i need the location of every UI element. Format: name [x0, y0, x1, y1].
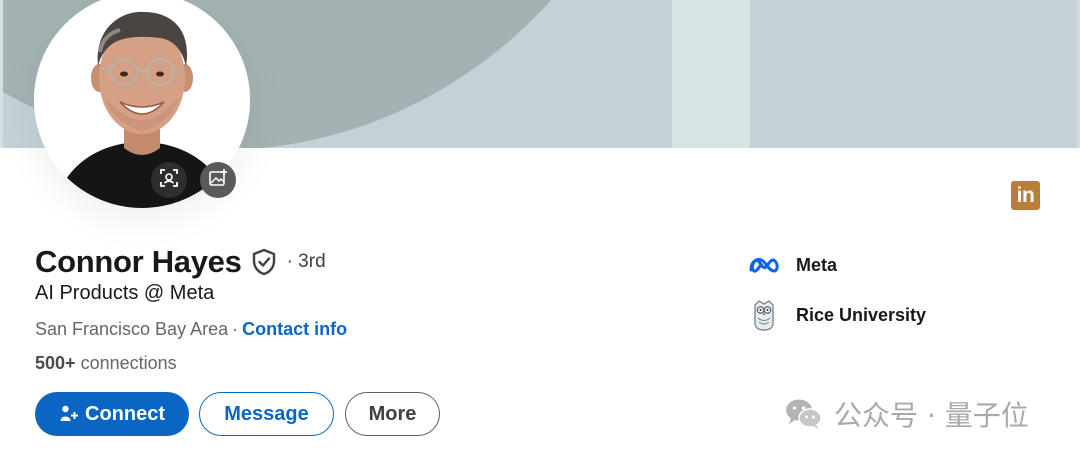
contact-info-link[interactable]: Contact info [242, 319, 347, 339]
banner-stripe-shape [672, 0, 750, 148]
connections-count: 500+ [35, 353, 76, 373]
frame-scan-icon [159, 168, 179, 193]
location-row: San Francisco Bay Area · Contact info [35, 319, 347, 340]
meta-logo-icon [748, 249, 780, 281]
rice-owl-logo-icon [748, 299, 780, 331]
profile-name: Connor Hayes [35, 244, 242, 279]
edit-photo-button[interactable] [200, 162, 236, 198]
linkedin-logo-icon[interactable]: in [1011, 181, 1040, 210]
message-button[interactable]: Message [199, 392, 334, 436]
message-button-label: Message [224, 402, 309, 425]
add-image-icon [208, 168, 228, 193]
profile-location: San Francisco Bay Area [35, 319, 229, 339]
connect-button-label: Connect [85, 402, 165, 425]
connection-degree: · 3rd [286, 251, 326, 272]
connections-label: connections [80, 353, 177, 373]
banner-edge-left [0, 0, 3, 148]
add-person-icon [59, 404, 79, 424]
more-button[interactable]: More [345, 392, 440, 436]
location-separator: · [232, 319, 239, 339]
name-row: Connor Hayes · 3rd [35, 240, 326, 284]
org-name: Rice University [796, 304, 927, 325]
connections-link[interactable]: 500+ connections [35, 353, 177, 374]
org-item-meta[interactable]: Meta [748, 249, 837, 281]
org-name: Meta [796, 254, 838, 275]
profile-headline: AI Products @ Meta [35, 282, 215, 304]
connect-button[interactable]: Connect [35, 392, 189, 436]
more-button-label: More [368, 402, 417, 425]
verified-shield-icon[interactable] [251, 248, 277, 276]
org-item-rice-university[interactable]: Rice University [748, 299, 926, 331]
watermark-text: 公众号 · 量子位 [834, 399, 1029, 432]
wechat-icon [784, 397, 824, 431]
watermark: 公众号 · 量子位 [784, 394, 1029, 434]
photo-frame-button[interactable] [151, 162, 187, 198]
